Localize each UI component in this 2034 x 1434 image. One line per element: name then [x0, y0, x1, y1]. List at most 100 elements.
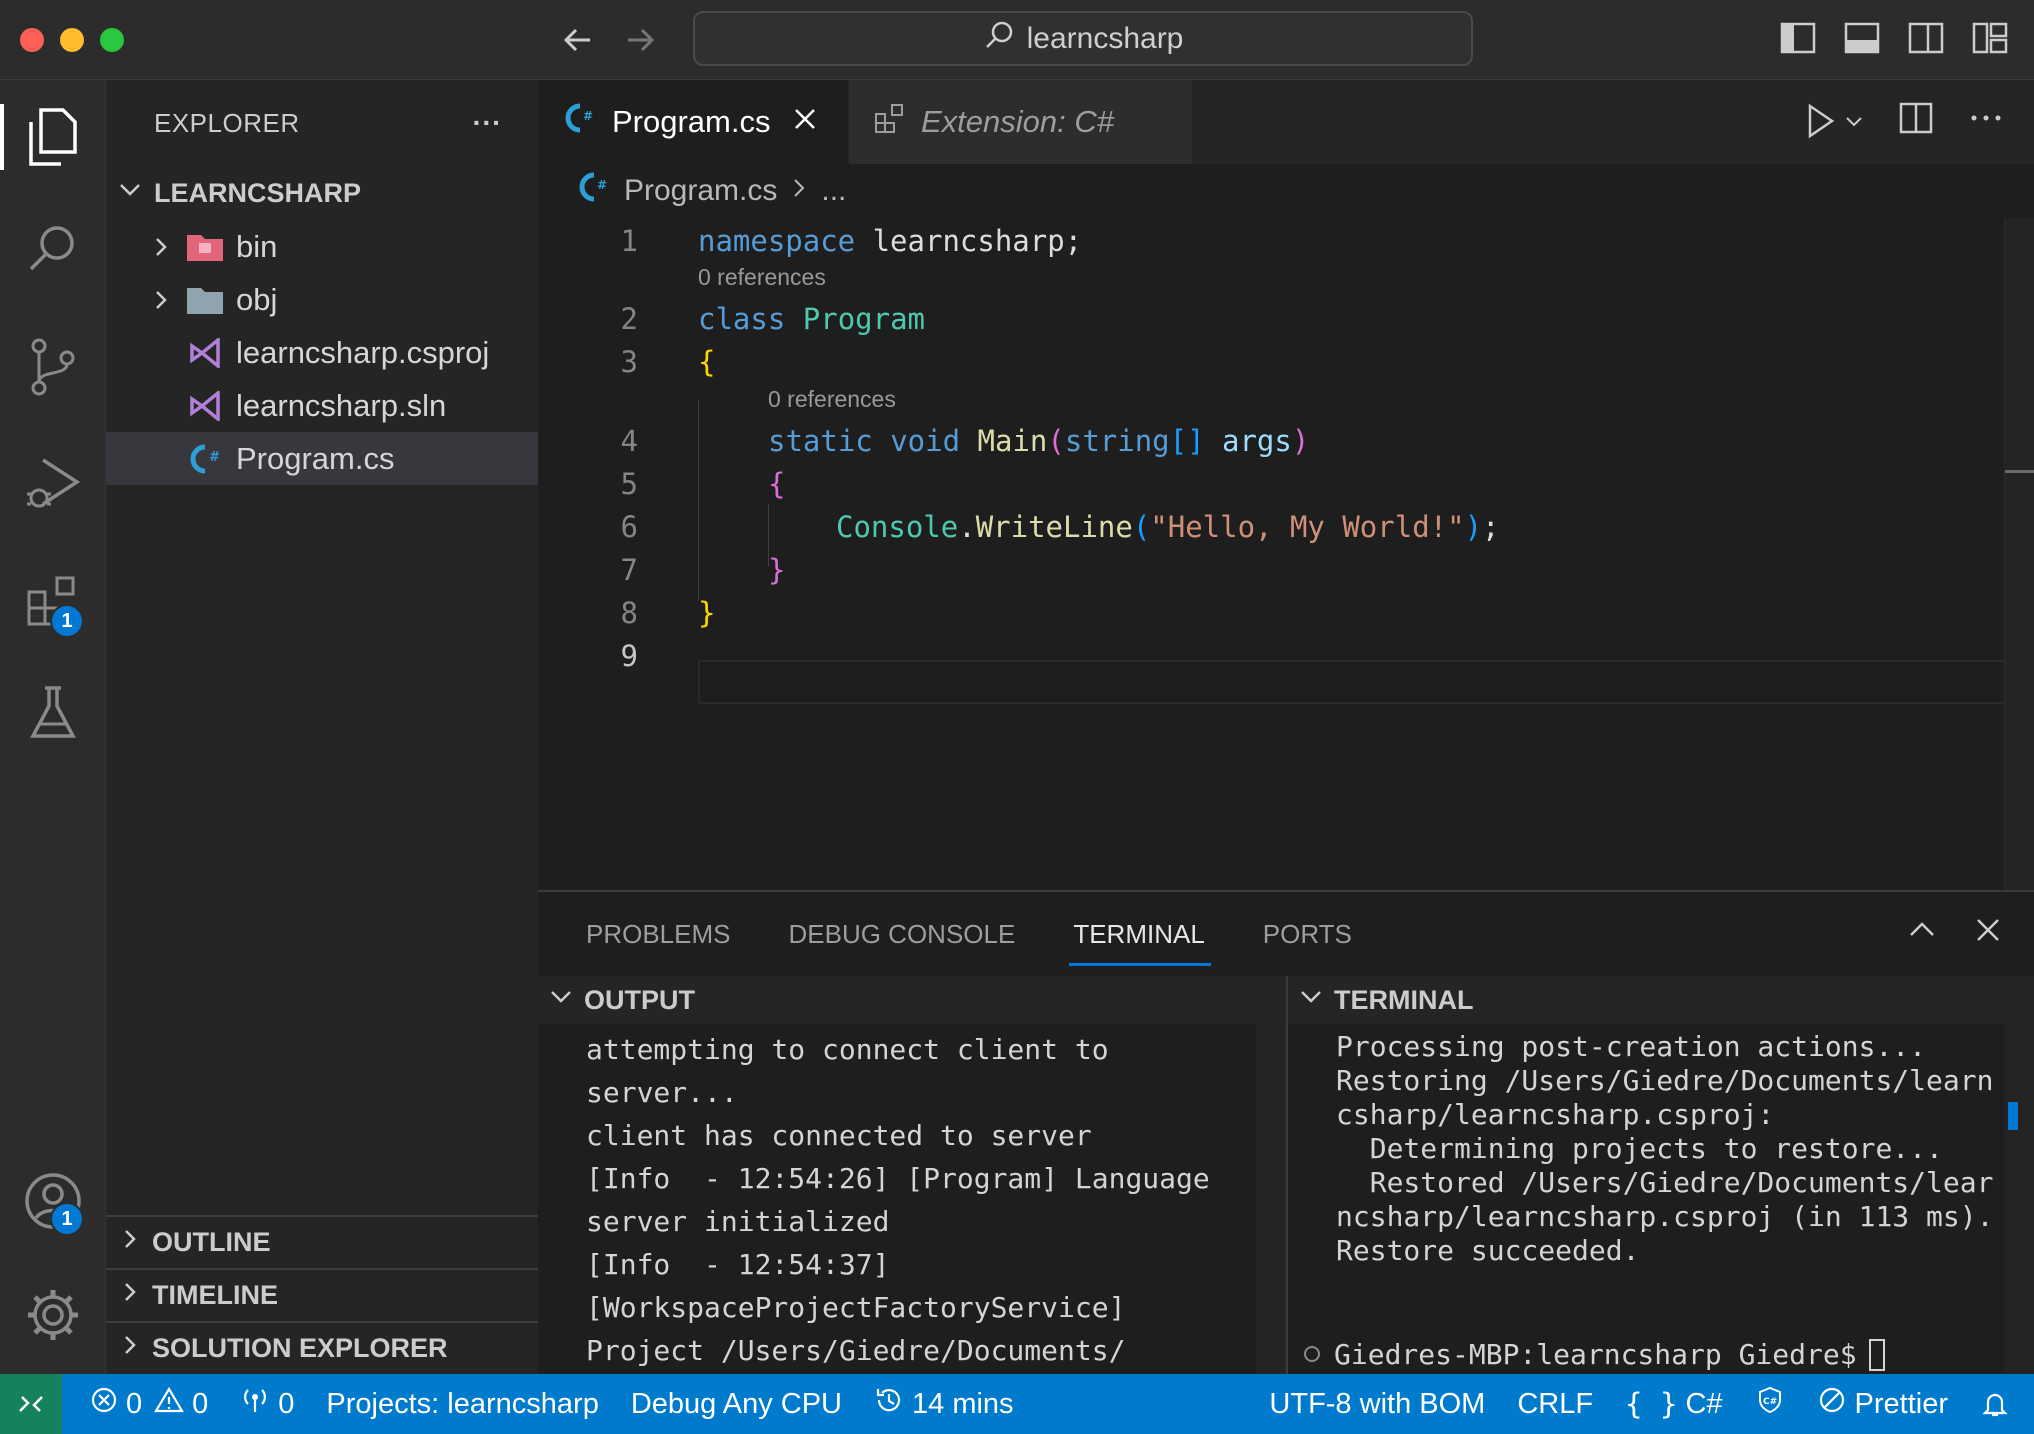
chevron-right-icon: [140, 235, 182, 259]
tree-item-label: obj: [236, 281, 278, 317]
tab-program-cs[interactable]: # Program.cs: [538, 80, 848, 164]
activity-bar: 1 1: [0, 80, 106, 1374]
explorer-more-actions-icon[interactable]: ···: [473, 107, 502, 139]
svg-text:#: #: [583, 109, 593, 123]
tree-item-obj[interactable]: obj: [106, 273, 538, 326]
extensions-icon[interactable]: 1: [14, 564, 92, 642]
toggle-secondary-sidebar-icon[interactable]: [1906, 18, 1946, 58]
codelens-references[interactable]: 0 references: [698, 264, 826, 291]
eol-status[interactable]: CRLF: [1501, 1374, 1609, 1434]
tab-debug-console[interactable]: DEBUG CONSOLE: [789, 919, 1016, 950]
csharp-file-icon: #: [576, 170, 612, 212]
terminal-prompt-line[interactable]: Giedres-MBP:learncsharp Giedre$: [1302, 1338, 1885, 1371]
folder-bin-icon: [182, 227, 228, 267]
command-center-search[interactable]: learncsharp: [693, 11, 1473, 66]
current-line-highlight: [698, 660, 2034, 704]
tree-item-program-cs[interactable]: # Program.cs: [106, 432, 538, 485]
prettier-status[interactable]: Prettier: [1801, 1374, 1964, 1434]
output-log[interactable]: attempting to connect client to server...…: [538, 1024, 1286, 1372]
chevron-down-icon[interactable]: [1298, 984, 1324, 1017]
extensions-badge: 1: [50, 604, 84, 638]
chevron-right-icon: [118, 1227, 142, 1258]
tree-item-sln[interactable]: learncsharp.sln: [106, 379, 538, 432]
timeline-section[interactable]: TIMELINE: [106, 1268, 538, 1321]
forward-arrow-icon[interactable]: [618, 18, 662, 62]
projects-status[interactable]: Projects: learncsharp: [310, 1374, 614, 1434]
tab-ports[interactable]: PORTS: [1263, 919, 1352, 950]
line-number: 8: [620, 596, 638, 630]
toggle-primary-sidebar-icon[interactable]: [1778, 18, 1818, 58]
language-status[interactable]: { } C#: [1609, 1374, 1738, 1434]
chevron-down-icon[interactable]: [548, 984, 574, 1017]
session-time-status[interactable]: 14 mins: [858, 1374, 1030, 1434]
folder-icon: [182, 280, 228, 320]
codelens-references[interactable]: 0 references: [768, 386, 896, 413]
line-number: 2: [620, 302, 638, 336]
output-view: OUTPUT attempting to connect client to se…: [538, 976, 1286, 1376]
section-label: OUTLINE: [152, 1227, 271, 1257]
svg-text:#: #: [209, 450, 220, 465]
customize-layout-icon[interactable]: [1970, 18, 2010, 58]
ports-status[interactable]: 0: [224, 1374, 310, 1434]
tab-terminal[interactable]: TERMINAL: [1069, 919, 1212, 966]
workspace-root-folder[interactable]: LEARNCSHARP: [106, 166, 538, 220]
search-text: learncsharp: [1026, 21, 1184, 55]
csharp-shield-icon: C#: [1755, 1385, 1785, 1423]
outline-section[interactable]: OUTLINE: [106, 1215, 538, 1268]
warning-count: 0: [192, 1387, 209, 1420]
source-control-icon[interactable]: [14, 328, 92, 406]
tab-problems[interactable]: PROBLEMS: [586, 919, 731, 950]
session-time: 14 mins: [912, 1387, 1014, 1420]
chevron-right-icon: [118, 1333, 142, 1364]
terminal-output[interactable]: Processing post-creation actions... Resto…: [1288, 1024, 2034, 1268]
tree-item-label: bin: [236, 228, 278, 264]
breadcrumb-symbols[interactable]: ...: [821, 174, 846, 208]
toggle-panel-icon[interactable]: [1842, 18, 1882, 58]
terminal-cursor: [1868, 1338, 1885, 1371]
tab-extension-csharp[interactable]: Extension: C#: [848, 80, 1192, 164]
output-title: OUTPUT: [584, 984, 695, 1015]
close-panel-icon[interactable]: [1972, 914, 2004, 953]
editor-tab-bar: # Program.cs Extension: C#: [538, 80, 2034, 164]
editor-scrollbar[interactable]: [2004, 218, 2034, 890]
minimize-window-button[interactable]: [60, 28, 84, 52]
back-arrow-icon[interactable]: [556, 18, 600, 62]
tree-item-label: learncsharp.sln: [236, 387, 447, 423]
solution-explorer-section[interactable]: SOLUTION EXPLORER: [106, 1321, 538, 1374]
explorer-icon[interactable]: [0, 98, 92, 176]
tree-item-bin[interactable]: bin: [106, 220, 538, 273]
close-icon[interactable]: [792, 104, 818, 140]
testing-icon[interactable]: [14, 674, 92, 752]
remote-indicator-icon[interactable]: [0, 1374, 62, 1434]
accounts-icon[interactable]: 1: [14, 1162, 92, 1240]
tree-item-csproj[interactable]: learncsharp.csproj: [106, 326, 538, 379]
breadcrumb-file[interactable]: Program.cs: [624, 174, 777, 208]
close-window-button[interactable]: [20, 28, 44, 52]
run-icon[interactable]: [1802, 101, 1864, 141]
build-config-status[interactable]: Debug Any CPU: [615, 1374, 858, 1434]
tab-label: Extension: C#: [921, 104, 1114, 139]
extension-icon: [873, 101, 907, 143]
line-number: 1: [620, 224, 638, 258]
zoom-window-button[interactable]: [100, 28, 124, 52]
more-actions-icon[interactable]: [1968, 100, 2004, 141]
settings-gear-icon[interactable]: [14, 1276, 92, 1354]
notifications-bell-icon[interactable]: [1964, 1374, 2034, 1434]
explorer-sidebar: EXPLORER ··· LEARNCSHARP bin obj learncs…: [106, 80, 538, 1374]
line-number: 9: [620, 639, 638, 673]
bottom-panel: PROBLEMS DEBUG CONSOLE TERMINAL PORTS OU…: [538, 890, 2034, 1376]
csharp-file-icon: #: [562, 101, 598, 143]
prettier-label: Prettier: [1854, 1387, 1948, 1420]
chevron-right-icon: [118, 1280, 142, 1311]
split-editor-icon[interactable]: [1898, 100, 1934, 141]
maximize-panel-icon[interactable]: [1906, 914, 1938, 953]
problems-status[interactable]: 0 0: [62, 1374, 224, 1434]
breadcrumb: # Program.cs ...: [538, 164, 2034, 218]
encoding-status[interactable]: UTF-8 with BOM: [1253, 1374, 1501, 1434]
csharp-devkit-status[interactable]: C#: [1739, 1374, 1801, 1434]
status-bar: 0 0 0 Projects: learncsharp Debug Any CP…: [0, 1374, 2034, 1434]
explorer-title: EXPLORER: [154, 107, 300, 138]
language-mode: C#: [1685, 1387, 1723, 1420]
run-and-debug-icon[interactable]: [14, 446, 92, 524]
search-icon[interactable]: [14, 210, 92, 288]
